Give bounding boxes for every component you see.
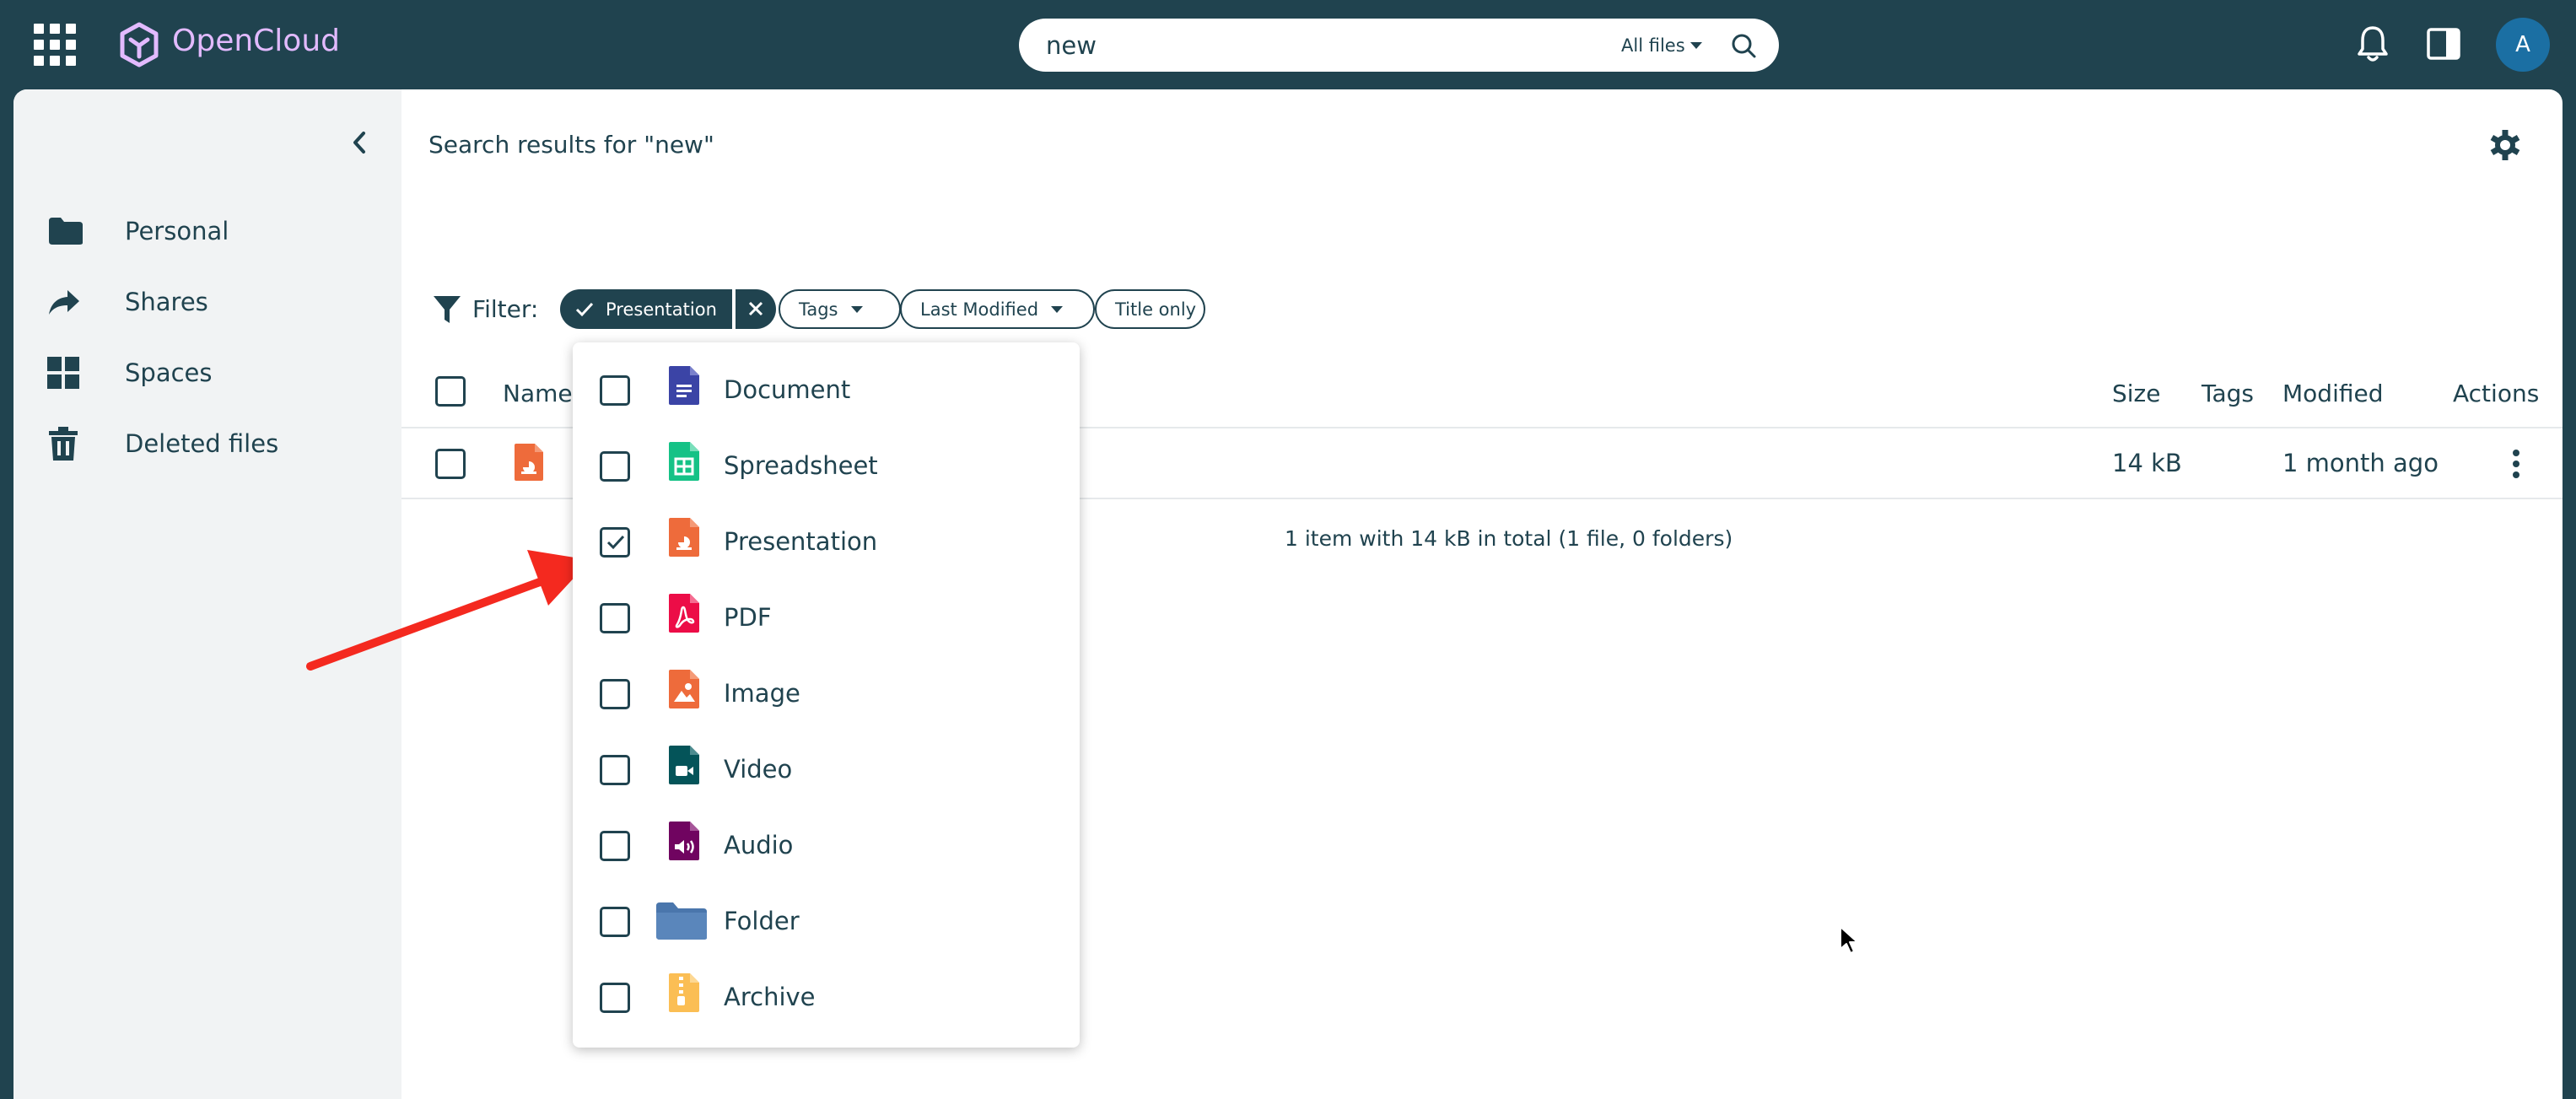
- sidebar: Personal Shares Spaces Deleted files: [13, 89, 401, 1099]
- share-arrow-icon: [49, 290, 79, 315]
- type-filter-chip[interactable]: Presentation: [560, 289, 732, 329]
- last-modified-filter-chip[interactable]: Last Modified: [900, 289, 1095, 329]
- type-filter-dropdown: Document Spreadsheet Presentation PDF Im…: [573, 342, 1080, 1048]
- type-option-checkbox[interactable]: [600, 679, 630, 709]
- search-icon[interactable]: [1730, 32, 1757, 59]
- title-only-filter-chip[interactable]: Title only: [1095, 289, 1205, 329]
- row-modified: 1 month ago: [2282, 449, 2439, 477]
- type-option-label: Audio: [724, 831, 794, 859]
- sidebar-item-spaces[interactable]: Spaces: [47, 356, 212, 390]
- presentation-file-icon: [669, 518, 699, 557]
- results-summary: 1 item with 14 kB in total (1 file, 0 fo…: [1285, 526, 1733, 551]
- type-option-image[interactable]: Image: [573, 656, 1080, 732]
- spaces-grid-icon: [47, 357, 79, 389]
- video-file-icon: [669, 746, 699, 784]
- column-header-size[interactable]: Size: [2112, 380, 2160, 407]
- type-option-archive[interactable]: Archive: [573, 960, 1080, 1036]
- mouse-cursor-icon: [1840, 926, 1858, 954]
- type-option-label: PDF: [724, 603, 772, 632]
- top-bar: OpenCloud All files A: [0, 0, 2576, 89]
- sidebar-item-label: Shares: [125, 288, 208, 316]
- search-input[interactable]: [1046, 31, 1535, 60]
- type-option-spreadsheet[interactable]: Spreadsheet: [573, 428, 1080, 504]
- type-option-label: Video: [724, 755, 793, 784]
- row-size: 14 kB: [2112, 449, 2182, 477]
- sidebar-item-deleted-files[interactable]: Deleted files: [47, 427, 278, 461]
- type-option-audio[interactable]: Audio: [573, 808, 1080, 884]
- type-option-label: Archive: [724, 983, 816, 1011]
- page-title: Search results for "new": [428, 131, 714, 159]
- sidebar-item-shares[interactable]: Shares: [47, 285, 208, 319]
- archive-file-icon: [669, 973, 699, 1012]
- tags-filter-chip[interactable]: Tags: [779, 289, 901, 329]
- user-avatar[interactable]: A: [2496, 18, 2550, 72]
- title-only-filter-label: Title only: [1115, 299, 1197, 320]
- type-option-label: Spreadsheet: [724, 451, 878, 480]
- sidebar-item-label: Spaces: [125, 358, 213, 387]
- column-header-modified[interactable]: Modified: [2282, 380, 2383, 407]
- notifications-bell-icon[interactable]: [2356, 24, 2390, 63]
- folder-icon: [49, 218, 83, 245]
- chevron-down-icon: [1051, 305, 1064, 313]
- type-option-pdf[interactable]: PDF: [573, 580, 1080, 656]
- more-actions-icon[interactable]: [2512, 449, 2520, 479]
- opencloud-logo-icon[interactable]: [118, 21, 160, 68]
- select-all-checkbox[interactable]: [435, 376, 466, 407]
- check-icon: [606, 535, 625, 550]
- trash-icon: [49, 427, 78, 461]
- gear-icon[interactable]: [2488, 128, 2522, 162]
- type-option-checkbox[interactable]: [600, 527, 630, 558]
- spreadsheet-file-icon: [669, 442, 699, 481]
- type-option-document[interactable]: Document: [573, 353, 1080, 428]
- type-option-video[interactable]: Video: [573, 732, 1080, 808]
- type-option-checkbox[interactable]: [600, 375, 630, 406]
- search-scope-selector[interactable]: All files: [1621, 35, 1685, 56]
- sidebar-item-personal[interactable]: Personal: [47, 214, 229, 248]
- sidebar-toggle-icon[interactable]: [2426, 27, 2461, 61]
- sidebar-item-label: Deleted files: [125, 429, 279, 458]
- collapse-sidebar-icon[interactable]: [351, 130, 368, 155]
- type-option-checkbox[interactable]: [600, 755, 630, 785]
- type-option-checkbox[interactable]: [600, 451, 630, 482]
- type-option-checkbox[interactable]: [600, 983, 630, 1013]
- filter-funnel-icon: [434, 296, 461, 323]
- type-option-checkbox[interactable]: [600, 603, 630, 633]
- type-option-folder[interactable]: Folder: [573, 884, 1080, 960]
- row-checkbox[interactable]: [435, 449, 466, 479]
- column-header-tags[interactable]: Tags: [2201, 380, 2254, 407]
- clear-type-filter-button[interactable]: [736, 289, 776, 329]
- pdf-file-icon: [669, 594, 699, 633]
- check-icon: [575, 302, 594, 317]
- type-option-presentation[interactable]: Presentation: [573, 504, 1080, 580]
- type-option-label: Document: [724, 375, 851, 404]
- chevron-down-icon[interactable]: [1689, 40, 1704, 51]
- presentation-file-icon: [515, 444, 543, 481]
- type-option-checkbox[interactable]: [600, 831, 630, 861]
- search-bar: All files: [1019, 19, 1779, 72]
- type-option-checkbox[interactable]: [600, 907, 630, 937]
- image-file-icon: [669, 670, 699, 708]
- type-option-label: Image: [724, 679, 800, 708]
- tags-filter-label: Tags: [799, 299, 838, 320]
- app-name[interactable]: OpenCloud: [172, 24, 340, 58]
- column-header-actions: Actions: [2453, 380, 2540, 407]
- type-option-label: Presentation: [724, 527, 878, 556]
- sidebar-item-label: Personal: [125, 217, 229, 245]
- filter-label: Filter:: [472, 295, 539, 323]
- app-switcher-icon[interactable]: [34, 24, 78, 67]
- audio-file-icon: [669, 822, 699, 860]
- column-header-name[interactable]: Name: [503, 380, 573, 407]
- type-filter-chip-label: Presentation: [606, 299, 717, 320]
- app-container: Personal Shares Spaces Deleted files Sea…: [13, 89, 2563, 1099]
- last-modified-filter-label: Last Modified: [920, 299, 1039, 320]
- chevron-down-icon: [850, 305, 863, 313]
- search-scope-label: All files: [1621, 35, 1685, 56]
- type-option-label: Folder: [724, 907, 800, 935]
- close-icon: [748, 301, 763, 316]
- folder-icon: [656, 902, 707, 940]
- document-file-icon: [669, 366, 699, 405]
